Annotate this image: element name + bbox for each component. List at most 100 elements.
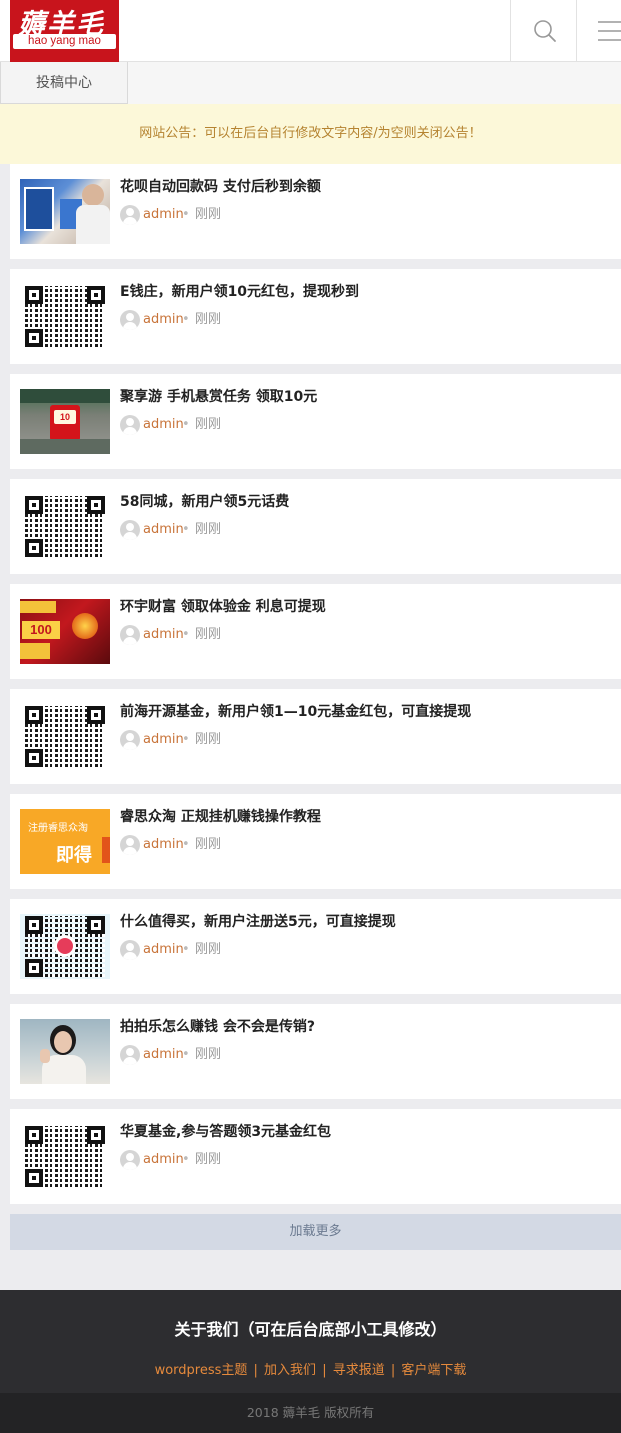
post-time: 刚刚 [195, 732, 222, 747]
footer-link-join[interactable]: 加入我们 [264, 1363, 316, 1378]
user-avatar-icon [120, 1150, 140, 1170]
site-footer: 关于我们（可在后台底部小工具修改） wordpress主题 | 加入我们 | 寻… [0, 1290, 621, 1393]
post-title[interactable]: 什么值得买，新用户注册送5元，可直接提现 [120, 911, 396, 931]
post-time: 刚刚 [195, 1152, 222, 1167]
meta-separator: • [182, 942, 190, 957]
post-title[interactable]: 58同城，新用户领5元话费 [120, 491, 289, 511]
qr-logo-icon [54, 935, 76, 957]
qr-code-image [25, 916, 105, 977]
post-thumbnail[interactable] [20, 914, 110, 979]
user-avatar-icon [120, 205, 140, 225]
post-author[interactable]: admin [143, 940, 184, 960]
post-thumbnail[interactable]: 注册睿思众淘 即得 [20, 809, 110, 874]
copyright: 2018 薅羊毛 版权所有 [0, 1393, 621, 1433]
user-avatar-icon [120, 940, 140, 960]
post-item[interactable]: 花呗自动回款码 支付后秒到余额 admin • 刚刚 [10, 164, 621, 259]
search-icon [534, 20, 556, 42]
post-author[interactable]: admin [143, 625, 184, 645]
post-item[interactable]: 10 聚享游 手机悬赏任务 领取10元 admin • 刚刚 [10, 374, 621, 469]
post-item[interactable]: 什么值得买，新用户注册送5元，可直接提现 admin • 刚刚 [10, 899, 621, 994]
load-more-button[interactable]: 加载更多 [10, 1214, 621, 1250]
footer-links: wordpress主题 | 加入我们 | 寻求报道 | 客户端下载 [0, 1359, 621, 1378]
post-author[interactable]: admin [143, 310, 184, 330]
thumb-amount: 10 [54, 410, 76, 424]
post-thumbnail[interactable] [20, 179, 110, 244]
user-avatar-icon [120, 835, 140, 855]
post-author[interactable]: admin [143, 205, 184, 225]
post-time: 刚刚 [195, 837, 222, 852]
post-time: 刚刚 [195, 312, 222, 327]
post-title[interactable]: 环宇财富 领取体验金 利息可提现 [120, 596, 326, 616]
post-thumbnail[interactable]: 100 [20, 599, 110, 664]
post-time: 刚刚 [195, 522, 222, 537]
post-author[interactable]: admin [143, 415, 184, 435]
footer-link-download[interactable]: 客户端下载 [401, 1363, 466, 1378]
post-item[interactable]: 58同城，新用户领5元话费 admin • 刚刚 [10, 479, 621, 574]
post-thumbnail[interactable] [20, 704, 110, 769]
user-avatar-icon [120, 625, 140, 645]
meta-separator: • [182, 1047, 190, 1062]
footer-link-report[interactable]: 寻求报道 [333, 1363, 385, 1378]
post-title[interactable]: E钱庄，新用户领10元红包，提现秒到 [120, 281, 359, 301]
post-author[interactable]: admin [143, 1150, 184, 1170]
menu-button[interactable] [576, 0, 621, 62]
logo-en-text: hao yang mao [13, 34, 116, 49]
meta-separator: • [182, 627, 190, 642]
post-time: 刚刚 [195, 942, 222, 957]
user-avatar-icon [120, 1045, 140, 1065]
post-time: 刚刚 [195, 207, 222, 222]
user-avatar-icon [120, 730, 140, 750]
footer-separator: | [322, 1363, 327, 1378]
site-notice: 网站公告：可以在后台自行修改文字内容/为空则关闭公告！ [0, 104, 621, 164]
post-title[interactable]: 前海开源基金，新用户领1—10元基金红包，可直接提现 [120, 701, 471, 721]
post-item[interactable]: 100 环宇财富 领取体验金 利息可提现 admin • 刚刚 [10, 584, 621, 679]
post-item[interactable]: E钱庄，新用户领10元红包，提现秒到 admin • 刚刚 [10, 269, 621, 364]
post-item[interactable]: 华夏基金,参与答题领3元基金红包 admin • 刚刚 [10, 1109, 621, 1204]
qr-code-image [25, 1126, 105, 1187]
user-avatar-icon [120, 310, 140, 330]
post-title[interactable]: 花呗自动回款码 支付后秒到余额 [120, 176, 321, 196]
qr-code-image [25, 706, 105, 767]
footer-link-wordpress[interactable]: wordpress主题 [155, 1363, 248, 1378]
meta-separator: • [182, 732, 190, 747]
post-title[interactable]: 聚享游 手机悬赏任务 领取10元 [120, 386, 317, 406]
site-logo[interactable]: 薅羊毛 hao yang mao [10, 0, 119, 62]
post-thumbnail[interactable] [20, 1019, 110, 1084]
search-button[interactable] [510, 0, 576, 62]
post-author[interactable]: admin [143, 835, 184, 855]
footer-title: 关于我们（可在后台底部小工具修改） [174, 1320, 447, 1339]
post-thumbnail[interactable] [20, 284, 110, 349]
post-thumbnail[interactable] [20, 1124, 110, 1189]
qr-code-image [25, 286, 105, 347]
meta-separator: • [182, 522, 190, 537]
post-author[interactable]: admin [143, 1045, 184, 1065]
site-header: 薅羊毛 hao yang mao [0, 0, 621, 62]
meta-separator: • [182, 312, 190, 327]
post-title[interactable]: 拍拍乐怎么赚钱 会不会是传销? [120, 1016, 315, 1036]
post-time: 刚刚 [195, 1047, 222, 1062]
thumb-amount: 100 [22, 621, 60, 639]
menu-icon [598, 21, 621, 41]
meta-separator: • [182, 1152, 190, 1167]
thumb-caption: 注册睿思众淘 [28, 823, 88, 834]
post-item[interactable]: 拍拍乐怎么赚钱 会不会是传销? admin • 刚刚 [10, 1004, 621, 1099]
thumb-caption: 即得 [56, 845, 92, 866]
post-item[interactable]: 前海开源基金，新用户领1—10元基金红包，可直接提现 admin • 刚刚 [10, 689, 621, 784]
post-author[interactable]: admin [143, 520, 184, 540]
user-avatar-icon [120, 520, 140, 540]
meta-separator: • [182, 207, 190, 222]
post-author[interactable]: admin [143, 730, 184, 750]
post-title[interactable]: 华夏基金,参与答题领3元基金红包 [120, 1121, 331, 1141]
post-time: 刚刚 [195, 627, 222, 642]
post-item[interactable]: 注册睿思众淘 即得 睿思众淘 正规挂机赚钱操作教程 admin • 刚刚 [10, 794, 621, 889]
user-avatar-icon [120, 415, 140, 435]
post-title[interactable]: 睿思众淘 正规挂机赚钱操作教程 [120, 806, 321, 826]
sub-nav: 投稿中心 [0, 62, 621, 104]
qr-code-image [25, 496, 105, 557]
meta-separator: • [182, 417, 190, 432]
post-thumbnail[interactable]: 10 [20, 389, 110, 454]
footer-separator: | [390, 1363, 396, 1378]
post-thumbnail[interactable] [20, 494, 110, 559]
tab-tougao-center[interactable]: 投稿中心 [0, 62, 128, 104]
footer-separator: | [253, 1363, 258, 1378]
